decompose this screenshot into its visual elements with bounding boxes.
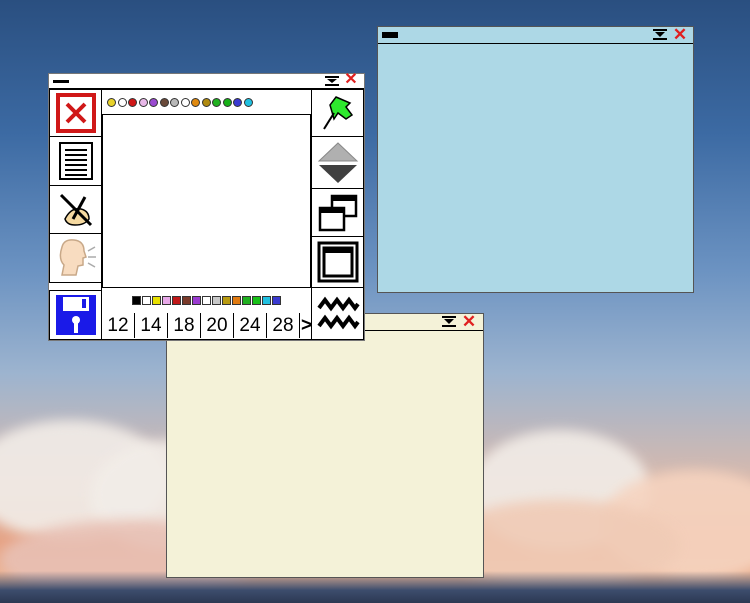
font-size-option[interactable]: 28 — [267, 313, 300, 338]
save-button[interactable] — [49, 290, 102, 340]
background-color-swatch[interactable] — [141, 295, 151, 305]
speak-button[interactable] — [49, 233, 102, 283]
roll-up-icon[interactable] — [442, 316, 456, 327]
document-button[interactable] — [49, 136, 102, 186]
background-color-swatch[interactable] — [131, 295, 141, 305]
close-icon[interactable]: ✕ — [672, 26, 688, 43]
roll-up-icon[interactable] — [653, 29, 667, 40]
ink-color-swatch[interactable] — [243, 97, 253, 107]
maximize-window-icon — [317, 241, 358, 283]
background-color-swatch[interactable] — [251, 295, 261, 305]
font-size-option[interactable]: 24 — [234, 313, 267, 338]
background-color-swatch[interactable] — [271, 295, 281, 305]
ink-color-swatch[interactable] — [233, 97, 242, 107]
ink-color-swatch[interactable] — [201, 97, 211, 107]
window-menu-icon[interactable] — [53, 80, 69, 83]
background-color-swatch[interactable] — [191, 295, 201, 305]
scroll-updown-icon — [317, 141, 358, 183]
cascade-windows-icon — [318, 194, 357, 231]
ink-color-swatch[interactable] — [159, 97, 169, 107]
background-color-swatch[interactable] — [211, 295, 221, 305]
font-size-row: 12 14 18 20 24 28 > — [101, 312, 312, 340]
font-size-option[interactable]: 20 — [201, 313, 234, 338]
wave-icon — [316, 296, 360, 329]
shade-button[interactable] — [311, 287, 364, 340]
maximize-button[interactable] — [311, 236, 364, 288]
floppy-disk-icon — [55, 295, 96, 335]
background-color-swatch[interactable] — [171, 295, 181, 305]
note-preview-area[interactable] — [101, 114, 312, 288]
handwriting-button[interactable] — [49, 185, 102, 234]
pin-button[interactable] — [311, 89, 364, 137]
background-color-swatch[interactable] — [161, 295, 171, 305]
scroll-button[interactable] — [311, 136, 364, 189]
ink-color-swatch[interactable] — [107, 97, 116, 107]
blue-note-titlebar[interactable]: ✕ — [378, 26, 693, 44]
close-icon — [55, 93, 96, 133]
font-size-option[interactable]: 18 — [168, 313, 201, 338]
background-color-swatch[interactable] — [261, 295, 271, 305]
ink-color-swatch[interactable] — [222, 97, 232, 107]
background-color-swatch[interactable] — [181, 295, 191, 305]
blue-note-window[interactable]: ✕ — [377, 26, 694, 293]
document-icon — [58, 142, 93, 180]
close-note-button[interactable] — [49, 89, 102, 137]
toolbar-titlebar[interactable]: ✕ — [49, 72, 364, 89]
close-icon[interactable]: ✕ — [343, 72, 359, 88]
close-icon[interactable]: ✕ — [461, 313, 477, 330]
background-color-swatch[interactable] — [231, 295, 241, 305]
ink-color-row — [101, 89, 312, 115]
ink-color-swatch[interactable] — [149, 97, 158, 107]
ink-color-swatch[interactable] — [138, 97, 148, 107]
no-pen-icon — [59, 193, 92, 226]
font-size-option[interactable]: 12 — [102, 313, 135, 338]
cascade-windows-button[interactable] — [311, 188, 364, 237]
ink-color-swatch[interactable] — [180, 97, 190, 107]
ink-color-swatch[interactable] — [212, 97, 221, 107]
background-color-row — [101, 287, 312, 313]
ink-color-swatch[interactable] — [117, 97, 127, 107]
ink-color-swatch[interactable] — [170, 97, 179, 107]
ink-color-swatch[interactable] — [191, 97, 200, 107]
background-color-swatch[interactable] — [151, 295, 161, 305]
background-color-swatch[interactable] — [241, 295, 251, 305]
roll-up-icon[interactable] — [325, 76, 339, 86]
background-color-swatch[interactable] — [221, 295, 231, 305]
speak-icon — [59, 239, 96, 276]
ink-color-swatch[interactable] — [128, 97, 137, 107]
pushpin-icon — [322, 96, 353, 130]
note-toolbar-window[interactable]: ✕ 12 14 18 20 24 28 > — [48, 72, 365, 341]
yellow-note-window[interactable]: ✕ — [166, 313, 484, 578]
window-menu-icon[interactable] — [382, 32, 398, 38]
font-size-option[interactable]: 14 — [135, 313, 168, 338]
background-color-swatch[interactable] — [201, 295, 211, 305]
